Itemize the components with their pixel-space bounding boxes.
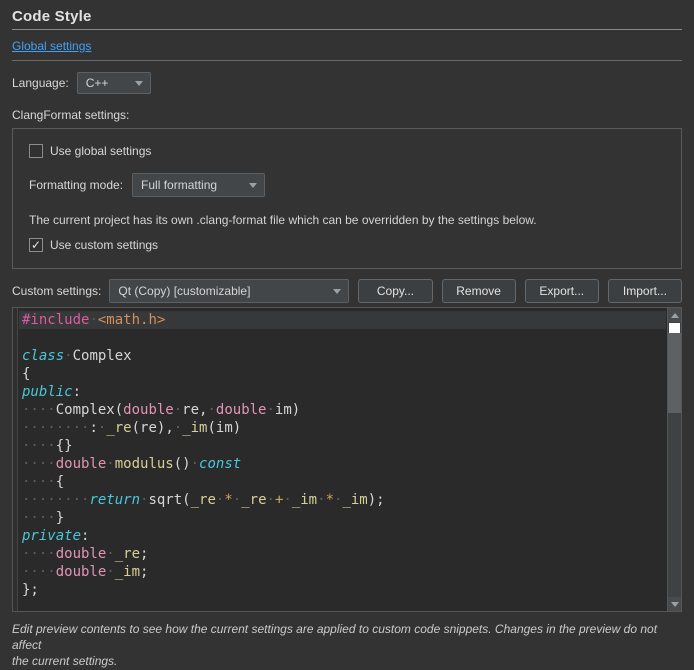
preview-help-line-2: the current settings. xyxy=(12,653,682,669)
code-editor-content[interactable]: #include·<math.h> class·Complex{public:·… xyxy=(19,311,666,599)
use-custom-settings-label: Use custom settings xyxy=(50,238,158,252)
editor-scrollbar[interactable] xyxy=(667,308,681,611)
scrollbar-up-button[interactable] xyxy=(668,308,682,322)
scrollbar-down-button[interactable] xyxy=(668,597,682,611)
clang-format-info-text: The current project has its own .clang-f… xyxy=(29,213,665,227)
code-line: ····{ xyxy=(19,473,666,491)
clangformat-settings-group: Use global settings Formatting mode: Ful… xyxy=(12,128,682,269)
code-line: private: xyxy=(19,527,666,545)
formatting-mode-dropdown-value: Full formatting xyxy=(141,178,217,192)
code-line xyxy=(19,329,666,347)
code-line: ····Complex(double·re,·double·im) xyxy=(19,401,666,419)
language-label: Language: xyxy=(12,76,69,90)
custom-settings-label: Custom settings: xyxy=(12,284,101,298)
title-separator xyxy=(12,29,682,30)
use-custom-settings-row[interactable]: Use custom settings xyxy=(29,238,665,252)
preview-help-text: Edit preview contents to see how the cur… xyxy=(12,621,682,670)
code-line: ········:·_re(re),·_im(im) xyxy=(19,419,666,437)
formatting-mode-dropdown[interactable]: Full formatting xyxy=(132,173,265,197)
formatting-mode-row: Formatting mode: Full formatting xyxy=(29,173,665,197)
chevron-down-icon xyxy=(135,81,143,86)
copy-button[interactable]: Copy... xyxy=(358,279,432,303)
custom-settings-dropdown[interactable]: Qt (Copy) [customizable] xyxy=(109,279,349,303)
code-line: { xyxy=(19,365,666,383)
code-line: public: xyxy=(19,383,666,401)
use-custom-settings-checkbox[interactable] xyxy=(29,238,43,252)
preview-help-line-1: Edit preview contents to see how the cur… xyxy=(12,621,682,653)
language-dropdown-value: C++ xyxy=(86,76,109,90)
code-line: ····} xyxy=(19,509,666,527)
formatting-mode-label: Formatting mode: xyxy=(29,178,123,192)
code-line: }; xyxy=(19,581,666,599)
code-line: class·Complex xyxy=(19,347,666,365)
link-separator xyxy=(12,60,682,61)
arrow-up-icon xyxy=(671,313,679,318)
chevron-down-icon xyxy=(333,289,341,294)
arrow-down-icon xyxy=(671,602,679,607)
custom-settings-dropdown-value: Qt (Copy) [customizable] xyxy=(118,284,250,298)
language-dropdown[interactable]: C++ xyxy=(77,72,151,94)
use-global-settings-row[interactable]: Use global settings xyxy=(29,144,665,158)
global-settings-link[interactable]: Global settings xyxy=(12,39,91,53)
use-global-settings-checkbox[interactable] xyxy=(29,144,43,158)
chevron-down-icon xyxy=(249,183,257,188)
remove-button[interactable]: Remove xyxy=(442,279,516,303)
code-line: #include·<math.h> xyxy=(19,311,666,329)
scrollbar-thumb[interactable] xyxy=(668,333,681,413)
import-button[interactable]: Import... xyxy=(608,279,682,303)
clangformat-settings-label: ClangFormat settings: xyxy=(12,108,682,122)
code-style-settings-page: Code Style Global settings Language: C++… xyxy=(0,0,694,670)
code-line: ····double·modulus()·const xyxy=(19,455,666,473)
code-line: ········return·sqrt(_re·*·_re·+·_im·*·_i… xyxy=(19,491,666,509)
code-line: ····double·_im; xyxy=(19,563,666,581)
page-title: Code Style xyxy=(12,8,682,25)
export-button[interactable]: Export... xyxy=(525,279,599,303)
code-line: ····double·_re; xyxy=(19,545,666,563)
custom-settings-row: Custom settings: Qt (Copy) [customizable… xyxy=(12,279,682,303)
code-preview-editor[interactable]: #include·<math.h> class·Complex{public:·… xyxy=(12,307,682,612)
use-global-settings-label: Use global settings xyxy=(50,144,151,158)
scroll-position-marker xyxy=(669,323,680,333)
editor-gutter xyxy=(13,308,18,611)
language-row: Language: C++ xyxy=(12,72,682,94)
custom-settings-buttons: Copy... Remove Export... Import... xyxy=(358,279,682,303)
code-line: ····{} xyxy=(19,437,666,455)
